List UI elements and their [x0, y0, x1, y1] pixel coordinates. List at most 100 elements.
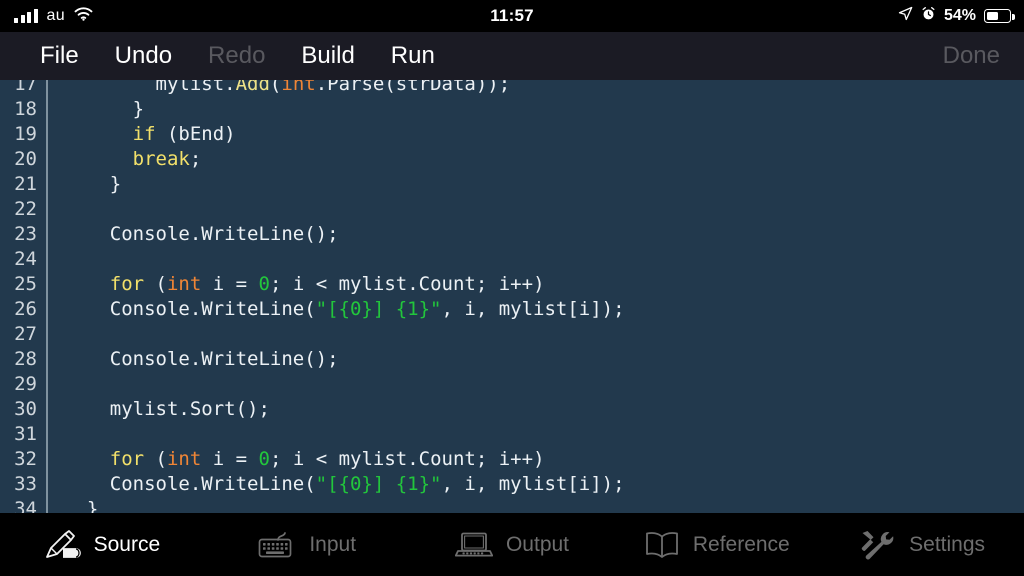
line-number: 27: [0, 322, 48, 347]
token-num: 0: [258, 448, 270, 470]
token-plain: mylist.: [64, 80, 236, 95]
laptop-icon: [454, 531, 493, 559]
line-number: 33: [0, 472, 48, 497]
token-ty: int: [166, 448, 202, 470]
keyboard-icon: [258, 531, 296, 559]
code-line[interactable]: 24: [0, 247, 1024, 272]
line-number: 31: [0, 422, 48, 447]
pencil-writing-icon: [45, 529, 81, 560]
code-line[interactable]: 33 Console.WriteLine("[{0}] {1}", i, myl…: [0, 472, 1024, 497]
code-line[interactable]: 30 mylist.Sort();: [0, 397, 1024, 422]
line-source[interactable]: Console.WriteLine();: [48, 347, 339, 372]
toolbar-item-file[interactable]: File: [22, 32, 97, 80]
carrier-label: au: [46, 7, 65, 24]
toolbar-item-undo[interactable]: Undo: [97, 32, 190, 80]
token-plain: Console.WriteLine();: [64, 348, 339, 370]
tab-reference[interactable]: Reference: [614, 513, 819, 576]
token-plain: ;: [189, 148, 202, 170]
line-source[interactable]: }: [48, 172, 121, 197]
line-source[interactable]: break;: [48, 147, 202, 172]
code-line[interactable]: 31: [0, 422, 1024, 447]
done-button[interactable]: Done: [943, 32, 1000, 80]
open-book-icon: [644, 530, 680, 560]
code-line[interactable]: 28 Console.WriteLine();: [0, 347, 1024, 372]
code-line[interactable]: 26 Console.WriteLine("[{0}] {1}", i, myl…: [0, 297, 1024, 322]
tab-label: Source: [93, 532, 161, 556]
token-str: "[{0}] {1}": [315, 473, 442, 495]
toolbar-item-build[interactable]: Build: [283, 32, 372, 80]
token-plain: mylist.Sort();: [64, 398, 270, 420]
clock-label: 11:57: [490, 6, 534, 25]
toolbar-item-run[interactable]: Run: [373, 32, 453, 80]
battery-icon: [984, 9, 1015, 23]
line-source[interactable]: mylist.Add(int.Parse(strData));: [48, 80, 511, 97]
signal-bars-icon: [14, 9, 38, 23]
token-plain: i =: [201, 273, 259, 295]
code-scroll-area[interactable]: 17 mylist.Add(int.Parse(strData)); 18 } 19…: [0, 80, 1024, 513]
code-line[interactable]: 29: [0, 372, 1024, 397]
token-plain: ; i < mylist.Count; i++): [269, 273, 545, 295]
status-bar: au 11:57 54%: [0, 0, 1024, 32]
line-source[interactable]: Console.WriteLine("[{0}] {1}", i, mylist…: [48, 472, 625, 497]
token-ty: int: [281, 80, 316, 95]
code-line[interactable]: 21 }: [0, 172, 1024, 197]
tab-label: Output: [505, 532, 570, 556]
toolbar-item-redo: Redo: [208, 42, 266, 69]
code-line[interactable]: 20 break;: [0, 147, 1024, 172]
token-plain: , i, mylist[i]);: [441, 473, 625, 495]
line-source[interactable]: if (bEnd): [48, 122, 236, 147]
line-number: 24: [0, 247, 48, 272]
wifi-icon: [74, 6, 93, 26]
code-line[interactable]: 32 for (int i = 0; i < mylist.Count; i++…: [0, 447, 1024, 472]
tab-output[interactable]: Output: [410, 513, 615, 576]
line-number: 29: [0, 372, 48, 397]
token-plain: ; i < mylist.Count; i++): [269, 448, 545, 470]
line-source[interactable]: mylist.Sort();: [48, 397, 270, 422]
line-number: 28: [0, 347, 48, 372]
tab-input[interactable]: Input: [205, 513, 410, 576]
line-number: 32: [0, 447, 48, 472]
toolbar-menu: File Undo Redo Build Run: [0, 32, 453, 80]
tab-source[interactable]: Source: [0, 513, 205, 576]
app-root: au 11:57 54% File Undo Redo Build Run Do…: [0, 0, 1024, 576]
token-str: "[{0}] {1}": [315, 298, 442, 320]
code-line[interactable]: 17 mylist.Add(int.Parse(strData));: [0, 80, 1024, 97]
code-line[interactable]: 34 }: [0, 497, 1024, 513]
line-source[interactable]: for (int i = 0; i < mylist.Count; i++): [48, 447, 545, 472]
code-line[interactable]: 22: [0, 197, 1024, 222]
line-number: 21: [0, 172, 48, 197]
token-plain: Console.WriteLine();: [64, 223, 339, 245]
code-line[interactable]: 27: [0, 322, 1024, 347]
token-kw: for: [109, 273, 145, 295]
code-line[interactable]: 25 for (int i = 0; i < mylist.Count; i++…: [0, 272, 1024, 297]
token-plain: }: [64, 498, 99, 513]
code-line[interactable]: 18 }: [0, 97, 1024, 122]
token-plain: , i, mylist[i]);: [441, 298, 625, 320]
status-bar-right: 54%: [898, 0, 1015, 32]
code-line[interactable]: 23 Console.WriteLine();: [0, 222, 1024, 247]
token-plain: (: [144, 273, 167, 295]
tab-label: Settings: [909, 532, 986, 556]
line-source[interactable]: Console.WriteLine();: [48, 222, 339, 247]
source-code-editor[interactable]: 17 mylist.Add(int.Parse(strData)); 18 } 19…: [0, 80, 1024, 513]
token-num: 0: [258, 273, 270, 295]
line-number: 23: [0, 222, 48, 247]
line-source[interactable]: for (int i = 0; i < mylist.Count; i++): [48, 272, 545, 297]
token-plain: Console.WriteLine(: [64, 298, 316, 320]
token-kw: for: [109, 448, 145, 470]
code-line[interactable]: 19 if (bEnd): [0, 122, 1024, 147]
token-plain: (bEnd): [155, 123, 236, 145]
line-source[interactable]: }: [48, 497, 98, 513]
tab-settings[interactable]: Settings: [819, 513, 1024, 576]
tab-label: Input: [309, 532, 357, 556]
battery-percent-label: 54%: [943, 7, 976, 24]
tab-label: Reference: [692, 532, 790, 556]
token-kw: break: [132, 148, 190, 170]
line-source[interactable]: }: [48, 97, 144, 122]
line-source[interactable]: Console.WriteLine("[{0}] {1}", i, mylist…: [48, 297, 625, 322]
token-plain: i =: [201, 448, 259, 470]
line-number: 17: [0, 80, 48, 97]
token-plain: (: [144, 448, 167, 470]
